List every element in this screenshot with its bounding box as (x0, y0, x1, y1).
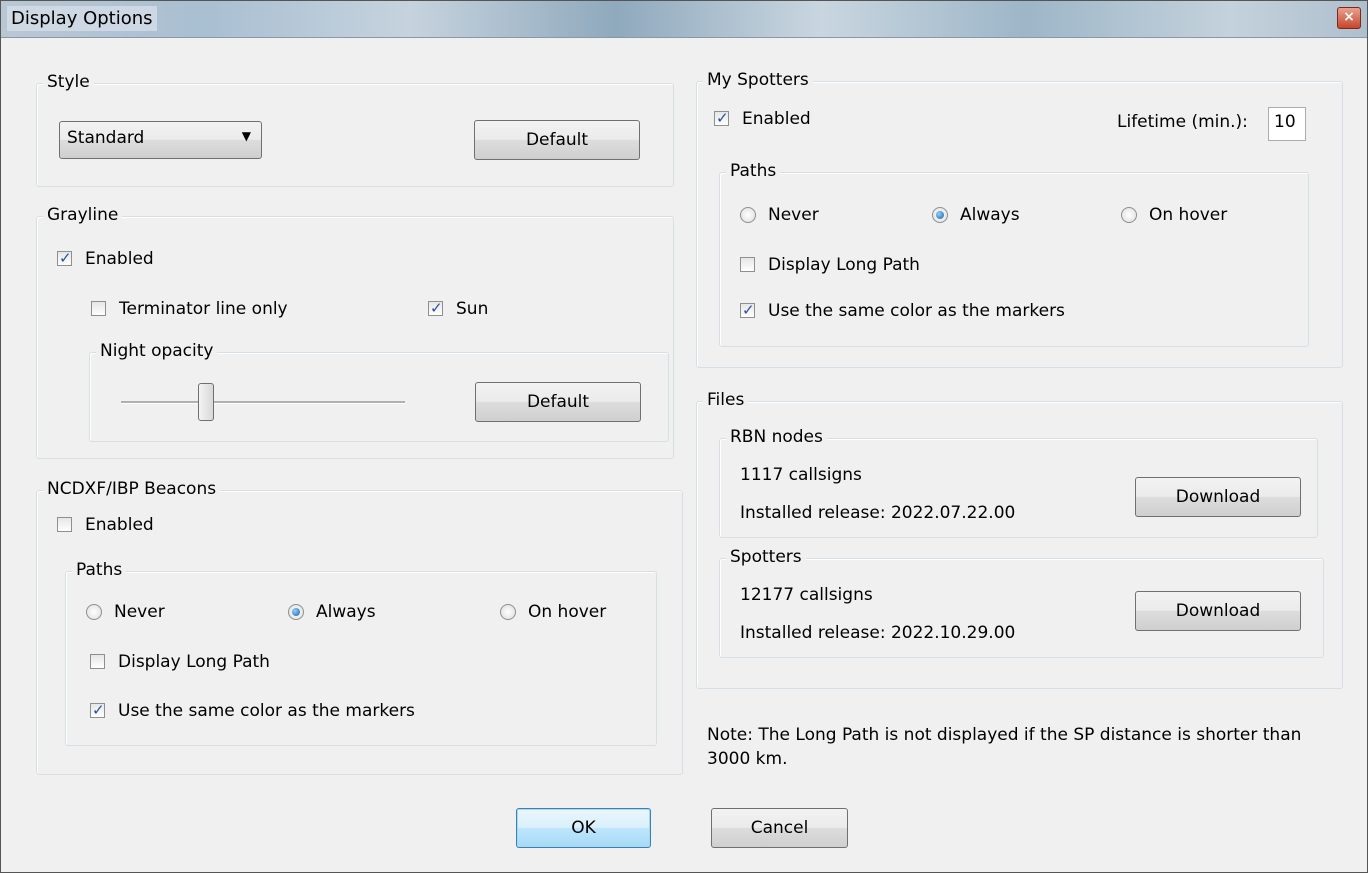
cancel-button[interactable]: Cancel (711, 808, 848, 848)
check-icon: ✓ (92, 701, 105, 719)
beacons-legend: NCDXF/IBP Beacons (43, 479, 221, 499)
night-opacity-slider-thumb[interactable] (198, 383, 215, 421)
files-legend: Files (703, 390, 749, 410)
beacons-never-radio[interactable] (86, 604, 102, 620)
display-options-dialog: Display Options × Style Standard ▼ Defau… (0, 0, 1368, 873)
beacons-enabled-checkbox[interactable] (57, 517, 72, 532)
rbn-download-button[interactable]: Download (1135, 477, 1301, 517)
beacons-long-path-label[interactable]: Display Long Path (118, 652, 270, 672)
files-group: Files RBN nodes 1117 callsigns Installed… (696, 390, 1343, 689)
check-icon: ✓ (430, 299, 443, 317)
spotters-enabled-checkbox[interactable]: ✓ (714, 109, 729, 127)
spotters-callsign-count: 12177 callsigns (740, 585, 873, 605)
spotters-same-color-label[interactable]: Use the same color as the markers (768, 301, 1065, 321)
spotters-group: My Spotters ✓ Enabled Lifetime (min.): 1… (696, 70, 1343, 368)
style-select-value: Standard (67, 128, 145, 148)
spotters-files-legend: Spotters (726, 547, 806, 567)
spotters-never-radio[interactable] (740, 207, 756, 223)
night-opacity-default-button[interactable]: Default (475, 382, 641, 422)
window-title: Display Options (7, 6, 157, 31)
check-icon: ✓ (59, 249, 72, 267)
lifetime-input[interactable]: 10 (1268, 107, 1306, 141)
beacons-always-radio[interactable] (288, 604, 304, 620)
grayline-group: Grayline ✓ Enabled Terminator line only … (36, 205, 674, 459)
check-icon: ✓ (716, 109, 729, 127)
beacons-same-color-label[interactable]: Use the same color as the markers (118, 701, 415, 721)
style-default-button[interactable]: Default (474, 120, 640, 160)
rbn-nodes-legend: RBN nodes (726, 427, 827, 447)
grayline-enabled-label[interactable]: Enabled (85, 249, 154, 269)
beacons-paths-group: Paths Never Always On hover Display Long… (65, 560, 657, 746)
spotters-always-radio[interactable] (932, 207, 948, 223)
beacons-on-hover-radio[interactable] (500, 604, 516, 620)
sun-label[interactable]: Sun (456, 299, 488, 319)
chevron-down-icon: ▼ (241, 129, 251, 143)
beacons-group: NCDXF/IBP Beacons Enabled Paths Never Al… (36, 479, 683, 775)
spotters-files-group: Spotters 12177 callsigns Installed relea… (719, 547, 1324, 658)
spotters-installed-release: Installed release: 2022.10.29.00 (740, 623, 1016, 643)
rbn-callsign-count: 1117 callsigns (740, 465, 862, 485)
grayline-legend: Grayline (43, 205, 123, 225)
terminator-line-label[interactable]: Terminator line only (119, 299, 288, 319)
title-bar[interactable]: Display Options × (1, 1, 1367, 38)
night-opacity-group: Night opacity Default (89, 341, 669, 442)
beacons-never-label[interactable]: Never (114, 602, 165, 622)
rbn-installed-release: Installed release: 2022.07.22.00 (740, 503, 1016, 523)
spotters-download-button[interactable]: Download (1135, 591, 1301, 631)
spotters-never-label[interactable]: Never (768, 205, 819, 225)
spotters-on-hover-label[interactable]: On hover (1149, 205, 1227, 225)
beacons-on-hover-label[interactable]: On hover (528, 602, 606, 622)
long-path-note: Note: The Long Path is not displayed if … (707, 725, 1302, 769)
spotters-long-path-label[interactable]: Display Long Path (768, 255, 920, 275)
lifetime-label: Lifetime (min.): (1117, 112, 1248, 132)
spotters-legend: My Spotters (703, 70, 813, 90)
spotters-on-hover-radio[interactable] (1121, 207, 1137, 223)
rbn-nodes-group: RBN nodes 1117 callsigns Installed relea… (719, 427, 1318, 538)
close-icon[interactable]: × (1337, 7, 1361, 29)
spotters-long-path-checkbox[interactable] (740, 257, 755, 272)
beacons-paths-legend: Paths (72, 560, 127, 580)
spotters-enabled-label[interactable]: Enabled (742, 109, 811, 129)
beacons-same-color-checkbox[interactable]: ✓ (90, 701, 105, 719)
night-opacity-legend: Night opacity (96, 341, 218, 361)
spotters-same-color-checkbox[interactable]: ✓ (740, 301, 755, 319)
beacons-enabled-label[interactable]: Enabled (85, 515, 154, 535)
grayline-enabled-checkbox[interactable]: ✓ (57, 249, 72, 267)
check-icon: ✓ (742, 301, 755, 319)
spotters-paths-legend: Paths (726, 161, 781, 181)
spotters-paths-group: Paths Never Always On hover Display Long… (719, 161, 1309, 347)
radio-selected-dot (936, 211, 944, 219)
beacons-long-path-checkbox[interactable] (90, 654, 105, 669)
beacons-always-label[interactable]: Always (316, 602, 376, 622)
night-opacity-slider-track[interactable] (121, 401, 405, 404)
spotters-always-label[interactable]: Always (960, 205, 1020, 225)
style-group: Style Standard ▼ Default (36, 72, 674, 187)
ok-button[interactable]: OK (516, 808, 651, 848)
radio-selected-dot (292, 608, 300, 616)
terminator-line-checkbox[interactable] (91, 301, 106, 316)
style-select[interactable]: Standard ▼ (59, 121, 262, 159)
sun-checkbox[interactable]: ✓ (428, 299, 443, 317)
style-legend: Style (43, 72, 94, 92)
